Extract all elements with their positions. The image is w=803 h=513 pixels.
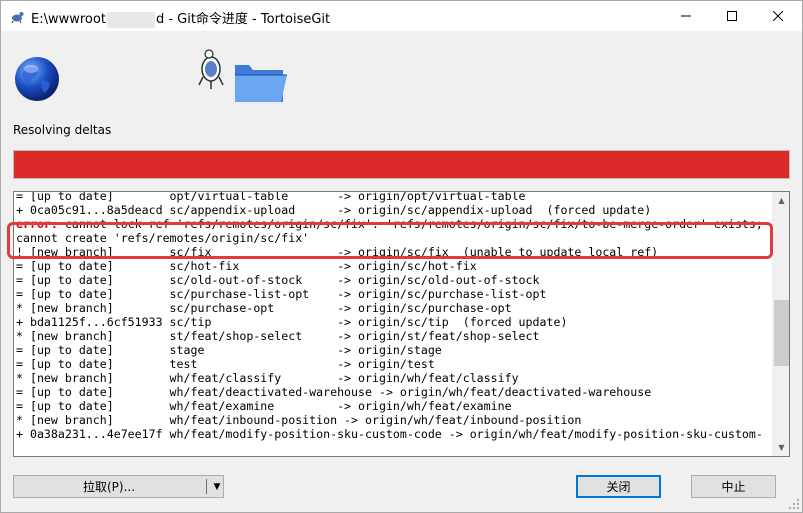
status-label: Resolving deltas [13, 123, 112, 137]
log-line: + 0a38a231...4e7ee17f wh/feat/modify-pos… [16, 427, 763, 441]
log-line: + 0ca05c91...8a5deacd sc/appendix-upload… [16, 203, 652, 217]
tortoisegit-app-icon [11, 12, 24, 24]
log-line: * [new branch] wh/feat/inbound-position … [16, 413, 582, 427]
title-bar[interactable]: E:\wwwroot d - Git命令进度 - TortoiseGit [1, 1, 802, 31]
scrollbar-thumb[interactable] [774, 300, 789, 366]
pull-button[interactable]: 拉取(P)... [14, 476, 204, 497]
title-prefix: E:\wwwroot [31, 12, 106, 27]
log-lines: = [up to date] opt/virtual-table -> orig… [16, 192, 772, 456]
cancel-button[interactable]: 中止 [691, 475, 776, 498]
split-divider [206, 479, 207, 494]
log-line: = [up to date] wh/feat/deactivated-wareh… [16, 385, 652, 399]
minimize-icon [681, 15, 691, 17]
close-window-button[interactable] [755, 1, 801, 31]
log-line: = [up to date] test -> origin/test [16, 357, 435, 371]
log-line: = [up to date] stage -> origin/stage [16, 343, 442, 357]
error-prefix: error: [16, 217, 58, 231]
log-output[interactable]: = [up to date] opt/virtual-table -> orig… [13, 191, 790, 457]
progress-dialog: E:\wwwroot d - Git命令进度 - TortoiseGit Res… [0, 0, 803, 513]
progress-fill [14, 151, 789, 178]
error-line: error: cannot lock ref 'refs/remotes/ori… [16, 217, 772, 231]
close-icon [773, 11, 783, 21]
log-line: = [up to date] sc/old-out-of-stock -> or… [16, 273, 540, 287]
progress-bar [13, 150, 790, 179]
vertical-scrollbar[interactable]: ▲ ▼ [772, 192, 789, 456]
minimize-button[interactable] [663, 1, 709, 31]
title-suffix: d - Git命令进度 - TortoiseGit [155, 12, 331, 27]
error-line: cannot create 'refs/remotes/origin/sc/fi… [16, 231, 310, 245]
fetch-animation-icon [198, 49, 287, 102]
log-line: * [new branch] sc/purchase-opt -> origin… [16, 301, 512, 315]
error-message: cannot lock ref 'refs/remotes/origin/sc/… [57, 217, 763, 231]
resize-grip-icon[interactable] [788, 498, 800, 510]
log-line: ! [new branch] sc/fix -> origin/sc/fix (… [16, 245, 659, 259]
maximize-icon [727, 11, 737, 21]
pull-split-button[interactable]: 拉取(P)... ▼ [13, 475, 224, 498]
maximize-button[interactable] [709, 1, 755, 31]
globe-icon [15, 57, 59, 101]
log-line: = [up to date] sc/purchase-list-opt -> o… [16, 287, 547, 301]
log-line: = [up to date] wh/feat/examine -> origin… [16, 399, 512, 413]
scroll-down-arrow-icon[interactable]: ▼ [773, 439, 789, 456]
dropdown-arrow-icon[interactable]: ▼ [210, 476, 224, 497]
log-line: = [up to date] opt/virtual-table -> orig… [16, 192, 526, 203]
log-line: = [up to date] sc/hot-fix -> origin/sc/h… [16, 259, 477, 273]
scroll-up-arrow-icon[interactable]: ▲ [773, 192, 789, 209]
close-button[interactable]: 关闭 [576, 475, 661, 498]
log-line: * [new branch] wh/feat/classify -> origi… [16, 371, 519, 385]
log-line: * [new branch] st/feat/shop-select -> or… [16, 329, 540, 343]
window-title: E:\wwwroot d - Git命令进度 - TortoiseGit [31, 8, 330, 28]
redacted-path [106, 11, 155, 28]
log-line: + bda1125f...6cf51933 sc/tip -> origin/s… [16, 315, 568, 329]
